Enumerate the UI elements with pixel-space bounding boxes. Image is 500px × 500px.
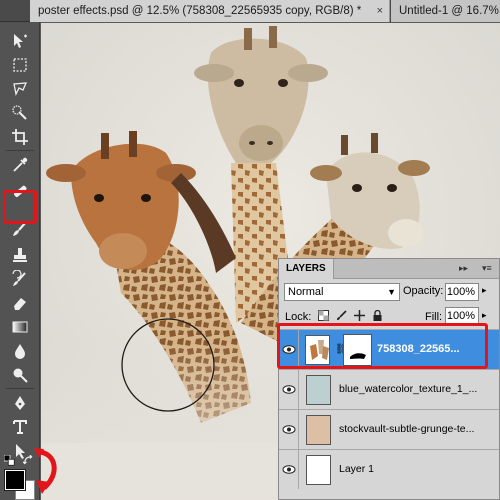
tab-title: poster effects.psd @ 12.5% (758308_22565…	[38, 5, 362, 17]
collapse-icon[interactable]: ▸▸	[459, 263, 468, 274]
tab-title: Untitled-1 @ 16.7%	[399, 5, 499, 17]
layer-name: stockvault-subtle-grunge-te...	[339, 423, 475, 435]
blend-mode-select[interactable]: Normal ▼	[284, 283, 400, 301]
layer-row-layer-1[interactable]: Layer 1	[279, 449, 499, 489]
clone-stamp-icon[interactable]	[9, 244, 31, 266]
chevron-down-icon: ▼	[387, 287, 396, 297]
tab-untitled-1[interactable]: Untitled-1 @ 16.7%	[391, 0, 500, 22]
layer-name: Layer 1	[339, 463, 375, 475]
tab-poster-effects[interactable]: poster effects.psd @ 12.5% (758308_22565…	[30, 0, 390, 22]
layer-row-watercolor[interactable]: blue_watercolor_texture_1_...	[279, 369, 499, 409]
fill-label: Fill:	[425, 311, 443, 323]
layer-name: blue_watercolor_texture_1_...	[339, 383, 478, 395]
panel-menu-icon[interactable]: ▾≡	[482, 263, 492, 274]
lock-pixels-icon[interactable]	[335, 309, 348, 322]
visibility-eye-icon[interactable]	[279, 450, 299, 489]
blend-mode-value: Normal	[288, 286, 324, 298]
lock-options	[317, 309, 384, 322]
layer-thumbnail	[306, 415, 331, 445]
opacity-field[interactable]: 100%	[445, 283, 479, 301]
foreground-color-swatch[interactable]	[4, 469, 26, 491]
blur-icon[interactable]	[9, 340, 31, 362]
lock-transparent-icon[interactable]	[317, 309, 330, 322]
layer-thumbnail	[306, 455, 331, 485]
default-colors-icon[interactable]	[3, 454, 17, 468]
eyedropper-icon[interactable]	[9, 154, 31, 176]
opacity-arrow-icon[interactable]: ▸	[482, 285, 487, 296]
tools-panel	[0, 22, 40, 500]
layer-row-grunge[interactable]: stockvault-subtle-grunge-te...	[279, 409, 499, 449]
layers-panel: LAYERS ▸▸ ▾≡ Normal ▼ Opacity: 100% ▸ Lo…	[278, 258, 500, 500]
pen-icon[interactable]	[9, 392, 31, 414]
move-tool-icon[interactable]	[9, 30, 31, 52]
opacity-label: Opacity:	[403, 285, 444, 297]
document-tab-bar: poster effects.psd @ 12.5% (758308_22565…	[0, 0, 500, 22]
lock-all-icon[interactable]	[371, 309, 384, 322]
quick-selection-icon[interactable]	[9, 102, 31, 124]
marquee-tool-icon[interactable]	[9, 54, 31, 76]
fill-arrow-icon[interactable]: ▸	[482, 310, 487, 321]
visibility-eye-icon[interactable]	[279, 410, 299, 449]
layers-tab[interactable]: LAYERS	[279, 259, 334, 279]
layers-panel-header: LAYERS ▸▸ ▾≡	[279, 259, 499, 279]
active-layer-highlight	[277, 323, 488, 369]
visibility-eye-icon[interactable]	[279, 370, 299, 409]
type-icon[interactable]	[9, 416, 31, 438]
gradient-icon[interactable]	[9, 316, 31, 338]
lock-position-icon[interactable]	[353, 309, 366, 322]
crop-tool-icon[interactable]	[9, 126, 31, 148]
dodge-icon[interactable]	[9, 364, 31, 386]
history-brush-icon[interactable]	[9, 268, 31, 290]
eraser-icon[interactable]	[9, 292, 31, 314]
lock-label: Lock:	[285, 311, 312, 323]
curved-arrow-annotation	[34, 448, 57, 494]
layer-thumbnail	[306, 375, 331, 405]
brush-tool-highlight	[3, 190, 37, 224]
close-icon[interactable]: ×	[377, 0, 383, 22]
lasso-tool-icon[interactable]	[9, 78, 31, 100]
